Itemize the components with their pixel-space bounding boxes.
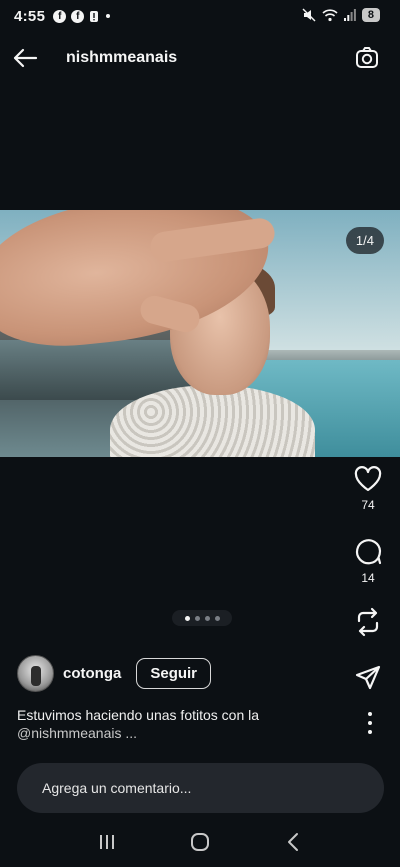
- author-row: cotonga Seguir: [17, 654, 212, 692]
- repost-icon[interactable]: [354, 607, 382, 637]
- back-button[interactable]: [10, 44, 40, 72]
- facebook-icon: f: [71, 9, 85, 23]
- comment-action: 14: [353, 537, 383, 585]
- battery-icon: 8: [361, 8, 380, 22]
- status-time: 4:55: [14, 7, 46, 25]
- signal-icon: [343, 9, 356, 21]
- caption-mention[interactable]: @nishmmeanais ...: [17, 724, 317, 742]
- comment-input[interactable]: Agrega un comentario...: [17, 763, 384, 813]
- mute-icon: [302, 8, 316, 22]
- header: nishmmeanais: [0, 38, 400, 78]
- status-right-icons: 8: [302, 8, 380, 22]
- avatar-figure: [31, 665, 41, 686]
- more-options-button[interactable]: [367, 712, 373, 734]
- carousel-dot[interactable]: [204, 615, 210, 621]
- home-button[interactable]: [185, 827, 215, 857]
- avatar[interactable]: [17, 654, 54, 692]
- recent-apps-button[interactable]: [92, 827, 122, 857]
- status-bar: 4:55 f f 8: [0, 0, 400, 32]
- send-icon[interactable]: [355, 665, 381, 691]
- carousel-dot[interactable]: [194, 615, 200, 621]
- notification-icons: f f: [53, 9, 111, 23]
- page-title[interactable]: nishmmeanais: [66, 49, 177, 67]
- system-nav-bar: [0, 817, 400, 867]
- repost-action: [353, 607, 383, 637]
- more-notifications-icon: [106, 14, 111, 18]
- comment-count[interactable]: 14: [361, 571, 374, 585]
- carousel-dot[interactable]: [214, 615, 220, 621]
- chevron-left-icon: [288, 833, 299, 851]
- recent-apps-icon: [99, 835, 114, 849]
- alert-icon: [90, 10, 99, 22]
- carousel-dot[interactable]: [184, 615, 190, 621]
- arrow-left-icon: [13, 48, 38, 68]
- more-vertical-icon: [368, 721, 372, 725]
- follow-button[interactable]: Seguir: [136, 657, 212, 689]
- facebook-icon: f: [53, 9, 67, 23]
- camera-icon: [356, 47, 378, 68]
- like-count[interactable]: 74: [361, 498, 374, 512]
- caption-text: Estuvimos haciendo unas fotitos con la: [17, 707, 260, 723]
- home-icon: [190, 833, 209, 851]
- comment-icon[interactable]: [354, 537, 382, 565]
- heart-icon[interactable]: [354, 466, 382, 492]
- post-caption[interactable]: Estuvimos haciendo unas fotitos con la @…: [17, 706, 317, 742]
- like-action: 74: [353, 466, 383, 512]
- camera-button[interactable]: [354, 45, 380, 71]
- share-action: [353, 665, 383, 691]
- post-media[interactable]: 1/4: [0, 210, 400, 457]
- wifi-icon: [322, 8, 338, 21]
- comment-placeholder: Agrega un comentario...: [42, 780, 192, 796]
- system-back-button[interactable]: [278, 827, 308, 857]
- more-vertical-icon: [368, 712, 372, 716]
- media-counter: 1/4: [345, 227, 384, 254]
- more-vertical-icon: [368, 730, 372, 734]
- carousel-dots: [172, 610, 232, 626]
- author-name[interactable]: cotonga: [63, 665, 121, 682]
